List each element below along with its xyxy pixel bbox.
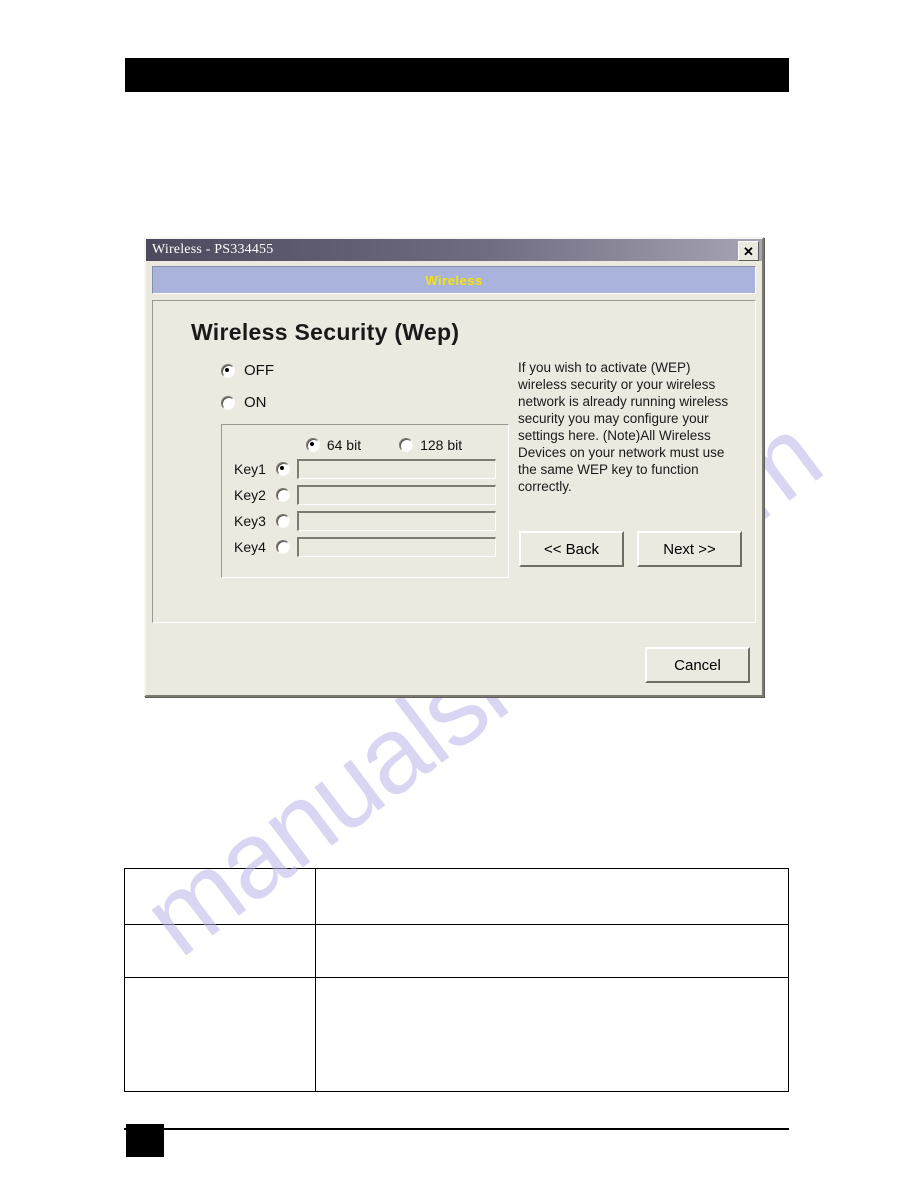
key4-label: Key4 — [234, 539, 266, 555]
banner-label: Wireless — [425, 272, 483, 288]
key3-label: Key3 — [234, 513, 266, 529]
table-cell-a — [124, 977, 316, 1092]
key-row-1: Key1 — [234, 459, 508, 479]
bottom-table — [124, 868, 789, 1092]
wireless-dialog: Wireless - PS334455 ✕ Wireless Wireless … — [144, 237, 764, 697]
radio-icon-128bit[interactable] — [399, 438, 414, 452]
radio-icon-key2[interactable] — [276, 488, 290, 502]
table-row — [124, 924, 789, 978]
next-button[interactable]: Next >> — [637, 531, 742, 567]
table-row — [124, 977, 789, 1092]
table-cell-b — [315, 868, 789, 925]
key-row-2: Key2 — [234, 485, 508, 505]
close-icon[interactable]: ✕ — [738, 241, 759, 261]
table-cell-b — [315, 977, 789, 1092]
radio-icon-key3[interactable] — [276, 514, 290, 528]
redacted-header-band — [125, 58, 789, 92]
wep-key-group: 64 bit 128 bit Key1 Key2 Key3 Key4 — [221, 424, 509, 578]
table-cell-a — [124, 868, 316, 925]
dialog-titlebar: Wireless - PS334455 ✕ — [146, 239, 762, 261]
back-button[interactable]: << Back — [519, 531, 624, 567]
redacted-page-number — [126, 1124, 164, 1157]
key-length-radio-group: 64 bit 128 bit — [222, 437, 508, 453]
cancel-button[interactable]: Cancel — [645, 647, 750, 683]
radio-label-128bit: 128 bit — [420, 437, 463, 453]
footer-rule — [124, 1128, 789, 1130]
radio-option-64bit[interactable]: 64 bit — [305, 437, 362, 453]
radio-label-64bit: 64 bit — [326, 437, 362, 453]
radio-option-off[interactable]: OFF — [221, 362, 274, 379]
table-cell-b — [315, 924, 789, 978]
key4-input[interactable] — [297, 537, 496, 557]
key3-input[interactable] — [297, 511, 496, 531]
key-row-3: Key3 — [234, 511, 508, 531]
radio-icon-key1[interactable] — [276, 462, 290, 476]
wep-mode-radio-group: OFF ON — [221, 362, 274, 426]
key2-label: Key2 — [234, 487, 266, 503]
key1-label: Key1 — [234, 461, 266, 477]
radio-icon-on[interactable] — [221, 395, 235, 410]
help-text: If you wish to activate (WEP) wireless s… — [518, 360, 729, 494]
key2-input[interactable] — [297, 485, 496, 505]
key1-input[interactable] — [297, 459, 496, 479]
radio-label-on: ON — [244, 394, 267, 411]
table-row — [124, 868, 789, 925]
radio-icon-off[interactable] — [221, 363, 235, 378]
dialog-title: Wireless - PS334455 — [152, 242, 274, 257]
page-title: Wireless Security (Wep) — [191, 319, 460, 345]
radio-icon-key4[interactable] — [276, 540, 290, 554]
table-cell-a — [124, 924, 316, 978]
radio-option-on[interactable]: ON — [221, 394, 274, 411]
radio-icon-64bit[interactable] — [305, 438, 320, 452]
main-panel: Wireless Security (Wep) OFF ON 64 bit 12… — [152, 300, 756, 623]
key-row-4: Key4 — [234, 537, 508, 557]
radio-label-off: OFF — [244, 362, 274, 379]
radio-option-128bit[interactable]: 128 bit — [399, 437, 462, 453]
wireless-banner: Wireless — [152, 266, 756, 294]
dialog-body: Wireless Wireless Security (Wep) OFF ON — [146, 261, 762, 683]
